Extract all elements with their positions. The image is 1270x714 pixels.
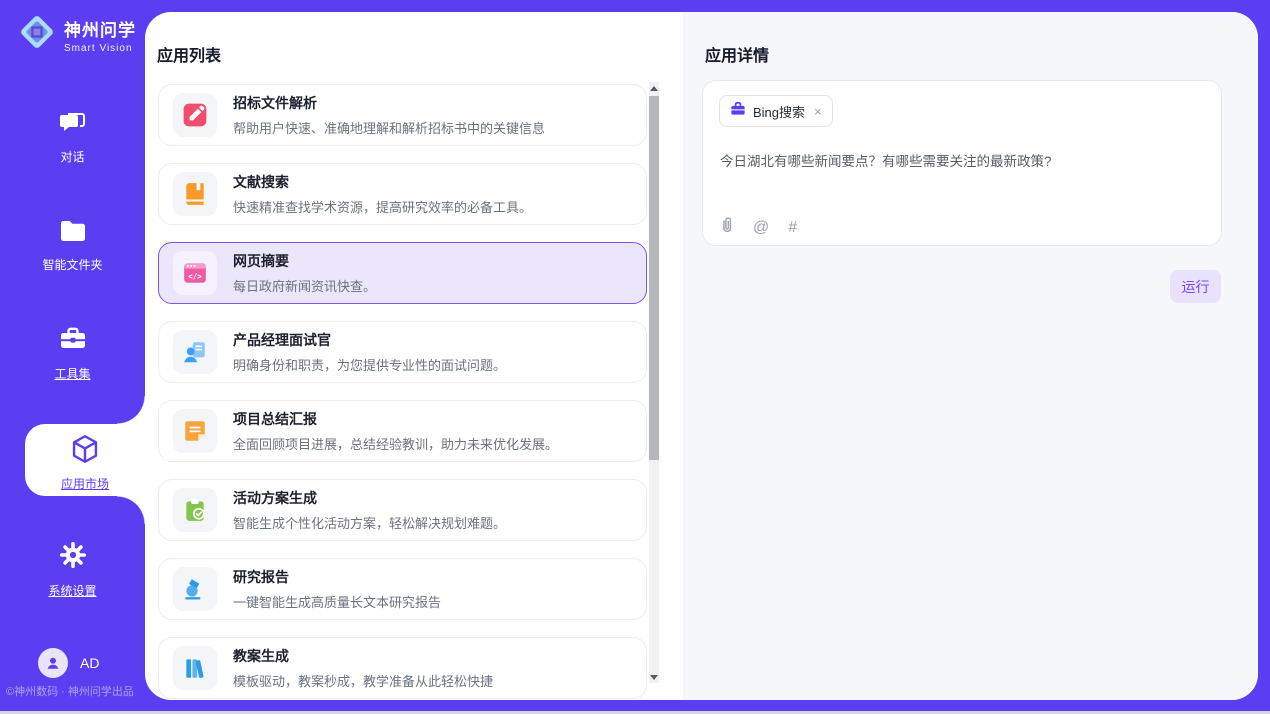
prompt-card[interactable]: Bing搜索 × 今日湖北有哪些新闻要点？有哪些需要关注的最新政策? @ # <box>702 80 1222 246</box>
app-list: 招标文件解析 帮助用户快速、准确地理解和解析招标书中的关键信息 文献搜索 快速精… <box>158 84 647 700</box>
app-name: 教案生成 <box>233 646 493 666</box>
report-icon <box>173 567 217 611</box>
scroll-up-button[interactable] <box>649 82 659 94</box>
app-description: 每日政府新闻资讯快查。 <box>233 276 376 295</box>
folder-icon <box>58 231 88 248</box>
composer-actions: @ # <box>720 216 797 239</box>
paperclip-icon[interactable] <box>720 216 734 239</box>
sidebar-item-smart-folder[interactable]: 智能文件夹 <box>0 218 145 273</box>
scroll-down-button[interactable] <box>649 671 659 683</box>
user-account[interactable]: AD <box>38 648 99 678</box>
sidebar-item-label: 对话 <box>0 148 145 165</box>
list-item[interactable]: 招标文件解析 帮助用户快速、准确地理解和解析招标书中的关键信息 <box>158 84 647 146</box>
list-item[interactable]: </> 网页摘要 每日政府新闻资讯快查。 <box>158 242 647 304</box>
sidebar-item-app-market[interactable]: 应用市场 <box>25 424 145 496</box>
app-description: 快速精准查找学术资源，提高研究效率的必备工具。 <box>233 197 532 216</box>
cube-icon <box>68 453 102 470</box>
app-detail-panel: 应用详情 Bing搜索 × 今日湖北有哪些新闻要点？有哪些需要关注的最新政策? <box>683 12 1258 700</box>
list-scrollbar[interactable] <box>649 82 659 683</box>
sidebar-item-label: 工具集 <box>0 365 145 382</box>
brand-logo: 神州问学 Smart Vision <box>18 13 136 56</box>
user-name: AD <box>80 655 99 671</box>
sidebar-item-label: 智能文件夹 <box>0 256 145 273</box>
list-item[interactable]: 文献搜索 快速精准查找学术资源，提高研究效率的必备工具。 <box>158 163 647 225</box>
app-name: 文献搜索 <box>233 172 532 192</box>
sidebar-item-toolset[interactable]: 工具集 <box>0 325 145 382</box>
gear-icon <box>58 557 88 574</box>
bubble-fillet-top <box>117 396 145 424</box>
app-description: 全面回顾项目进展，总结经验教训，助力未来优化发展。 <box>233 434 558 453</box>
app-description: 帮助用户快速、准确地理解和解析招标书中的关键信息 <box>233 118 545 137</box>
edit-icon <box>173 93 217 137</box>
bubble-fillet-bottom <box>117 496 145 524</box>
list-item[interactable]: 教案生成 模板驱动，教案秒成，教学准备从此轻松快捷 <box>158 637 647 699</box>
list-item[interactable]: 产品经理面试官 明确身份和职责，为您提供专业性的面试问题。 <box>158 321 647 383</box>
sidebar: 神州问学 Smart Vision 对话 智能文件夹 <box>0 0 145 714</box>
book-icon <box>173 172 217 216</box>
app-name: 招标文件解析 <box>233 93 545 113</box>
app-detail-title: 应用详情 <box>705 42 769 66</box>
interviewer-icon <box>173 330 217 374</box>
gem-logo-icon <box>18 13 56 56</box>
plan-icon <box>173 488 217 532</box>
sidebar-item-chat[interactable]: 对话 <box>0 108 145 165</box>
list-item[interactable]: 项目总结汇报 全面回顾项目进展，总结经验教训，助力未来优化发展。 <box>158 400 647 462</box>
app-list-title: 应用列表 <box>157 42 221 66</box>
app-name: 产品经理面试官 <box>233 330 506 350</box>
chat-icon <box>58 123 88 140</box>
app-description: 模板驱动，教案秒成，教学准备从此轻松快捷 <box>233 671 493 690</box>
app-description: 明确身份和职责，为您提供专业性的面试问题。 <box>233 355 506 374</box>
run-button[interactable]: 运行 <box>1170 270 1221 303</box>
webpage-icon: </> <box>173 251 217 295</box>
hash-icon[interactable]: # <box>788 219 797 237</box>
query-text[interactable]: 今日湖北有哪些新闻要点？有哪些需要关注的最新政策? <box>720 152 1200 172</box>
avatar <box>38 648 68 678</box>
scrollbar-thumb[interactable] <box>649 96 659 460</box>
tool-tag-bing-search[interactable]: Bing搜索 × <box>719 95 833 127</box>
app-name: 活动方案生成 <box>233 488 506 508</box>
briefcase-icon <box>730 101 746 121</box>
copyright-text: ©神州数码 · 神州问学出品 <box>6 683 145 699</box>
sidebar-item-settings[interactable]: 系统设置 <box>0 540 145 599</box>
toolbox-icon <box>58 340 88 357</box>
brand-subtitle: Smart Vision <box>64 43 136 54</box>
app-name: 网页摘要 <box>233 251 376 271</box>
app-name: 项目总结汇报 <box>233 409 558 429</box>
app-description: 智能生成个性化活动方案，轻松解决规划难题。 <box>233 513 506 532</box>
list-item[interactable]: 研究报告 一键智能生成高质量长文本研究报告 <box>158 558 647 620</box>
app-description: 一键智能生成高质量长文本研究报告 <box>233 592 441 611</box>
close-icon[interactable]: × <box>814 105 822 118</box>
svg-text:</>: </> <box>188 272 202 281</box>
note-icon <box>173 409 217 453</box>
list-item[interactable]: 活动方案生成 智能生成个性化活动方案，轻松解决规划难题。 <box>158 479 647 541</box>
at-icon[interactable]: @ <box>753 219 769 237</box>
sidebar-item-label: 系统设置 <box>0 582 145 599</box>
lesson-icon <box>173 646 217 690</box>
brand-name: 神州问学 <box>64 21 136 40</box>
tool-tag-label: Bing搜索 <box>753 102 805 121</box>
sidebar-item-label: 应用市场 <box>25 475 145 492</box>
app-name: 研究报告 <box>233 567 441 587</box>
content-card: 应用列表 招标文件解析 帮助用户快速、准确地理解和解析招标书中的关键信息 文献搜… <box>145 12 1258 700</box>
